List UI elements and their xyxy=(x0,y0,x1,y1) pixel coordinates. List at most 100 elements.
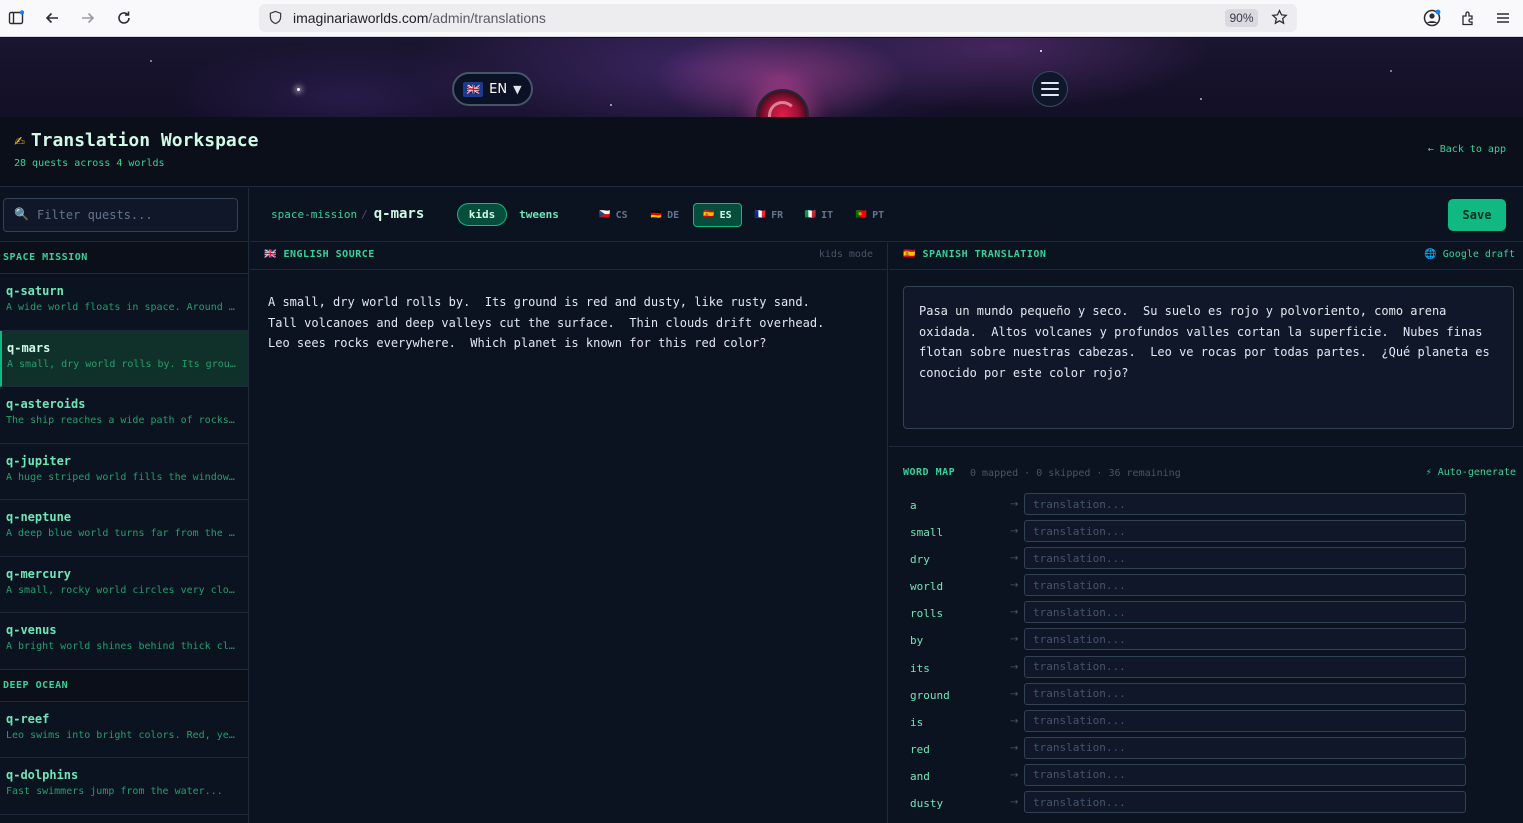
language-tab-it[interactable]: 🇮🇹 IT xyxy=(798,203,840,227)
source-panel: 🇬🇧 ENGLISH SOURCE kids mode A small, dry… xyxy=(250,243,888,823)
language-tab-es[interactable]: 🇪🇸 ES xyxy=(693,203,742,227)
back-to-app-link[interactable]: ← Back to app xyxy=(1428,144,1506,155)
word-map-source-word: dry xyxy=(910,553,930,567)
back-arrow-icon[interactable] xyxy=(41,7,63,29)
address-bar[interactable]: imaginariaworlds.com/admin/translations … xyxy=(259,4,1297,32)
quest-item[interactable]: q-asteroids The ship reaches a wide path … xyxy=(0,387,248,444)
quest-item[interactable]: q-jupiter A huge striped world fills the … xyxy=(0,444,248,500)
zoom-level-badge[interactable]: 90% xyxy=(1225,9,1258,27)
word-map-source-word: small xyxy=(910,526,944,540)
arrow-right-icon: → xyxy=(1010,688,1019,700)
page-title: ✍ Translation Workspace xyxy=(14,130,258,151)
arrow-right-icon: → xyxy=(1010,742,1019,754)
language-tab-pt[interactable]: 🇵🇹 PT xyxy=(849,203,891,227)
quest-preview: A huge striped world fills the window... xyxy=(6,471,239,483)
quest-preview: A small, dry world rolls by. Its ground.… xyxy=(7,358,240,370)
translation-panel: 🇪🇸 SPANISH TRANSLATION 🌐 Google draft WO… xyxy=(889,243,1523,823)
star-decoration xyxy=(1390,70,1392,72)
word-map-source-word: world xyxy=(910,580,944,594)
word-map-source-word: its xyxy=(910,661,930,675)
quest-item[interactable]: q-mercury A small, rocky world circles ve… xyxy=(0,557,248,613)
language-tab-label: ES xyxy=(719,209,732,221)
quest-item[interactable]: q-venus A bright world shines behind thic… xyxy=(0,613,248,670)
breadcrumb: space-mission / q-mars xyxy=(271,206,424,222)
arrow-right-icon: → xyxy=(1010,607,1019,619)
extensions-icon[interactable] xyxy=(1457,7,1479,29)
reload-icon[interactable] xyxy=(113,7,135,29)
language-selector[interactable]: 🇬🇧 EN ▼ xyxy=(452,72,533,106)
word-map-source-word: and xyxy=(910,769,930,783)
quest-preview: A wide world floats in space. Around it.… xyxy=(6,302,239,313)
quest-name: q-neptune xyxy=(6,510,72,524)
mode-tab-tweens[interactable]: tweens xyxy=(513,203,565,226)
spiral-icon xyxy=(768,101,797,117)
word-map-translation-input[interactable] xyxy=(1024,520,1466,543)
filter-quests-input[interactable] xyxy=(3,198,238,232)
quest-name: q-jupiter xyxy=(6,453,72,468)
source-panel-header: 🇬🇧 ENGLISH SOURCE kids mode xyxy=(250,243,887,270)
word-map-translation-input[interactable] xyxy=(1024,493,1466,515)
word-map-translation-input[interactable] xyxy=(1024,682,1466,705)
language-code: EN xyxy=(489,81,508,97)
language-tab-de[interactable]: 🇩🇪 DE xyxy=(644,203,686,227)
url-path: /admin/translations xyxy=(428,10,546,26)
word-map-translation-input[interactable] xyxy=(1024,547,1466,570)
breadcrumb-world[interactable]: space-mission xyxy=(271,208,357,221)
editor-toolbar: space-mission / q-mars kids tweens 🇨🇿 CS 🇩🇪… xyxy=(250,188,1523,242)
quest-sidebar: 🔍 SPACE MISSION q-saturn A wide world flo… xyxy=(0,188,249,823)
caret-down-icon: ▼ xyxy=(513,82,522,96)
quest-item[interactable]: q-saturn A wide world floats in space. Ar… xyxy=(0,274,248,331)
group-header: SPACE MISSION xyxy=(0,242,248,274)
page-subtitle: 28 quests across 4 worlds xyxy=(14,158,165,169)
translation-panel-header: 🇪🇸 SPANISH TRANSLATION 🌐 Google draft xyxy=(889,243,1523,270)
menu-icon[interactable] xyxy=(1492,7,1514,29)
word-map-translation-input[interactable] xyxy=(1024,655,1466,678)
source-label-text: ENGLISH SOURCE xyxy=(283,249,375,260)
word-map-source-word: red xyxy=(910,742,930,756)
language-tab-fr[interactable]: 🇫🇷 FR xyxy=(748,203,790,227)
language-tab-label: DE xyxy=(667,209,680,221)
french-flag-icon: 🇫🇷 xyxy=(754,210,767,220)
quest-item[interactable]: q-reef Leo swims into bright colors. Red,… xyxy=(0,702,248,758)
group-header: DEEP OCEAN xyxy=(0,669,248,702)
word-map-list: a→small→dry→world→rolls→by→its→ground→is… xyxy=(889,493,1523,818)
word-map-translation-input[interactable] xyxy=(1024,601,1466,624)
word-map-translation-input[interactable] xyxy=(1024,763,1466,786)
site-logo[interactable] xyxy=(756,89,809,117)
word-map-translation-input[interactable] xyxy=(1024,628,1466,651)
quest-preview: A deep blue world turns far from the sun… xyxy=(6,528,239,539)
forward-arrow-icon[interactable] xyxy=(77,7,99,29)
quest-item[interactable]: q-neptune A deep blue world turns far fro… xyxy=(0,500,248,557)
word-map-translation-input[interactable] xyxy=(1024,709,1466,732)
language-tab-cs[interactable]: 🇨🇿 CS xyxy=(593,203,634,227)
sidebar-toggle-icon[interactable] xyxy=(5,7,27,29)
hamburger-menu-button[interactable] xyxy=(1032,71,1068,107)
account-icon[interactable] xyxy=(1421,7,1443,29)
mode-tab-kids[interactable]: kids xyxy=(457,203,507,226)
arrow-right-icon: → xyxy=(1010,661,1019,673)
arrow-right-icon: → xyxy=(1010,580,1019,592)
quest-preview: Fast swimmers jump from the water... xyxy=(6,786,223,797)
hamburger-line xyxy=(1041,94,1059,96)
word-map-row: small → xyxy=(889,520,1523,547)
google-draft-link[interactable]: 🌐 Google draft xyxy=(1424,249,1515,260)
save-button[interactable]: Save xyxy=(1448,199,1506,231)
breadcrumb-quest: q-mars xyxy=(373,206,425,222)
word-map-translation-input[interactable] xyxy=(1024,791,1466,814)
arrow-right-icon: → xyxy=(1010,797,1019,809)
quest-name: q-mercury xyxy=(6,566,72,581)
translation-textarea[interactable] xyxy=(903,286,1514,429)
word-map-row: and → xyxy=(889,763,1523,791)
editor-main: space-mission / q-mars kids tweens 🇨🇿 CS 🇩🇪… xyxy=(250,188,1523,823)
site-info-icon[interactable] xyxy=(268,10,283,29)
auto-generate-button[interactable]: ⚡ Auto-generate xyxy=(1426,467,1516,478)
quest-item[interactable]: q-dolphins Fast swimmers jump from the wa… xyxy=(0,758,248,815)
word-map-source-word: by xyxy=(910,634,924,648)
word-map-translation-input[interactable] xyxy=(1024,736,1466,759)
url-host: imaginariaworlds.com xyxy=(293,10,429,26)
language-tab-label: CS xyxy=(615,209,628,221)
bookmark-star-icon[interactable] xyxy=(1271,9,1288,30)
uk-flag-icon: 🇬🇧 xyxy=(264,249,277,260)
word-map-translation-input[interactable] xyxy=(1024,574,1466,597)
quest-item-selected[interactable]: q-mars A small, dry world rolls by. Its g… xyxy=(0,330,248,387)
